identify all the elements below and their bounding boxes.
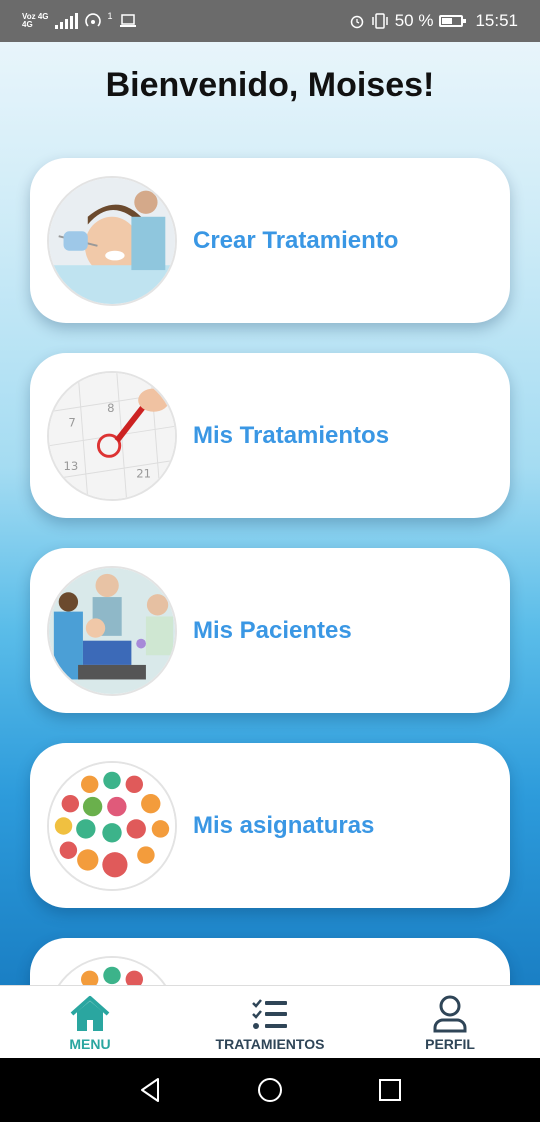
user-icon [433,995,467,1032]
svg-text:7: 7 [68,415,75,429]
alarm-icon [350,15,363,29]
patients-photo-icon [47,565,177,696]
bottom-nav: MENU TRATAMIENTOS PERFIL [0,985,540,1059]
home-icon [70,995,110,1031]
hotspot-icon [84,13,101,27]
battery-percent: 50 % [394,11,434,30]
nav-label-perfil: PERFIL [425,1035,475,1052]
subjects-photo-icon [47,760,177,891]
card-mis-pacientes[interactable]: Mis Pacientes [30,548,510,713]
card-partial[interactable] [30,938,510,985]
calendar-photo-icon: 7 8 13 21 [47,370,177,501]
nav-label-tratamientos: TRATAMIENTOS [215,1035,325,1052]
card-label: Crear Tratamiento [193,226,399,254]
vibrate-icon [371,13,388,29]
signal-icon [54,13,78,29]
network-bottom-text: 4G [22,20,33,29]
card-label: Mis asignaturas [193,811,375,839]
status-left: Voz 4G 4G 1 [22,11,137,30]
nav-label-menu: MENU [69,1035,111,1052]
subjects-photo-icon [47,955,177,985]
card-label: Mis Pacientes [193,616,352,644]
network-indicator: Voz 4G 4G [22,13,49,29]
status-right: 50 % 15:51 [349,11,518,31]
card-mis-asignaturas[interactable]: Mis asignaturas [30,743,510,908]
notification-count: 1 [107,11,113,21]
nav-item-tratamientos[interactable]: TRATAMIENTOS [190,994,350,1052]
status-bar: Voz 4G 4G 1 50 % 15:51 [0,0,540,42]
back-icon[interactable] [136,1076,164,1104]
system-nav-bar [0,1058,540,1122]
page-title: Bienvenido, Moises! [105,66,435,104]
battery-icon [439,15,467,27]
dentist-photo-icon [47,175,177,306]
card-label: Mis Tratamientos [193,421,390,449]
card-mis-tratamientos[interactable]: 7 8 13 21 Mis Tratamientos [30,353,510,518]
laptop-icon [119,14,136,27]
svg-text:8: 8 [107,400,114,414]
checklist-icon [252,998,287,1029]
app-content: Bienvenido, Moises! Crear Tratamiento 7 … [0,42,540,985]
card-crear-tratamiento[interactable]: Crear Tratamiento [30,158,510,323]
recents-icon[interactable] [376,1076,404,1104]
svg-text:21: 21 [136,466,151,480]
svg-text:13: 13 [64,458,79,472]
clock: 15:51 [475,11,518,30]
nav-item-menu[interactable]: MENU [10,994,170,1052]
home-button-icon[interactable] [256,1076,284,1104]
nav-item-perfil[interactable]: PERFIL [370,994,530,1052]
